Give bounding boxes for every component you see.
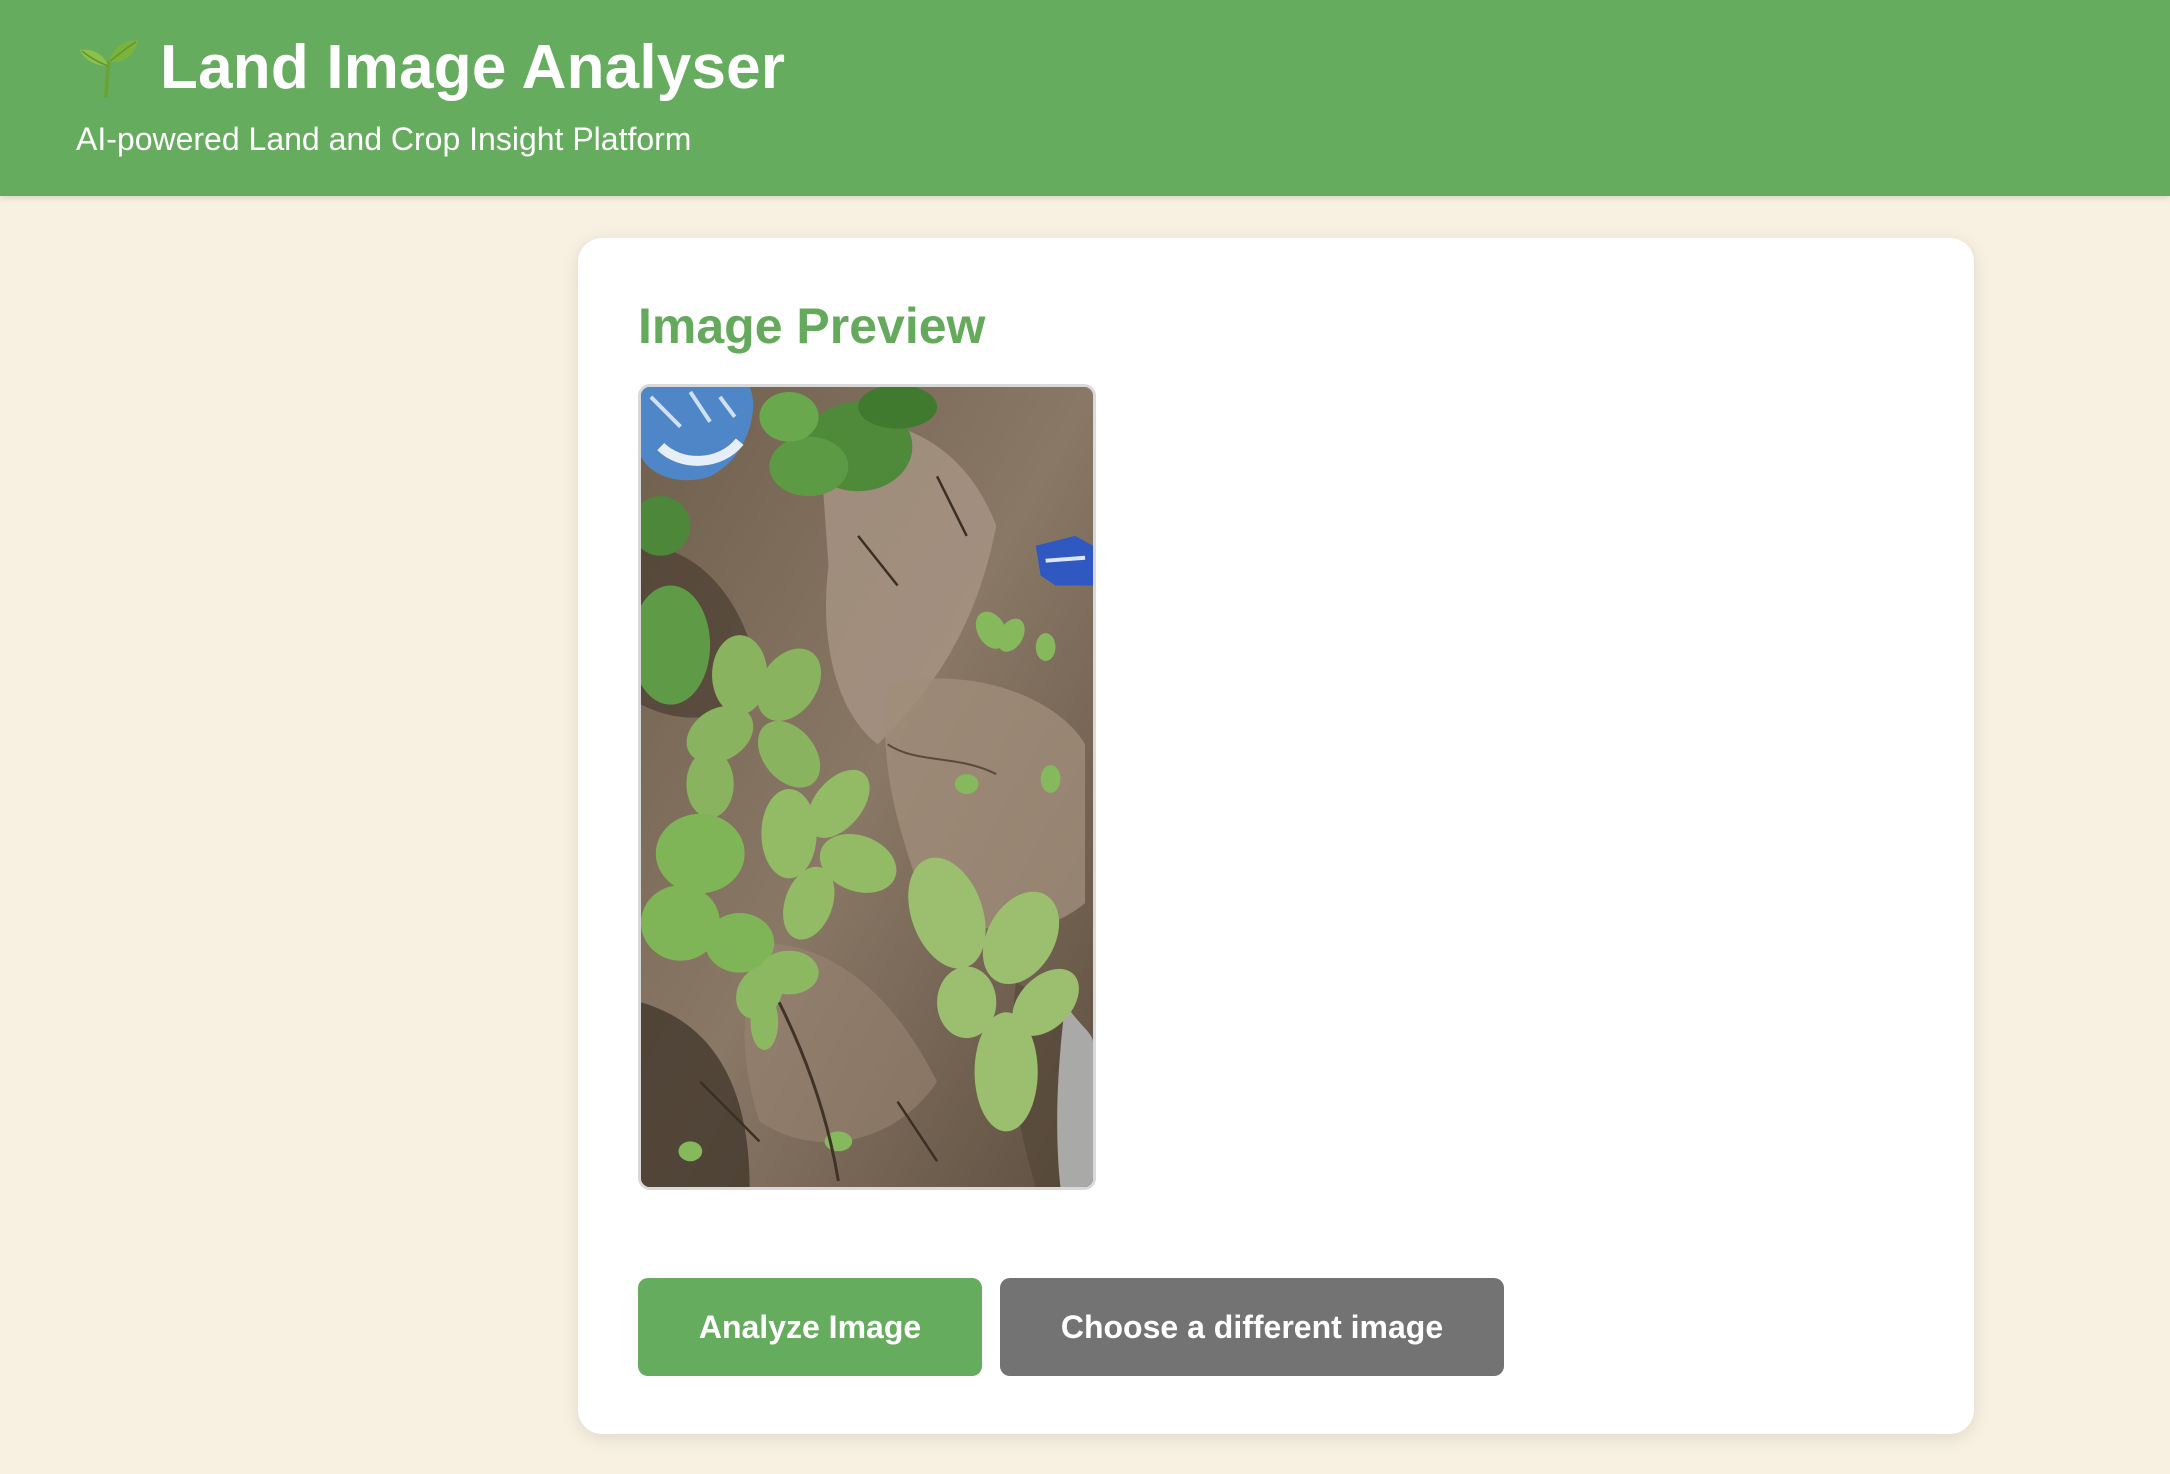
app-title: Land Image Analyser — [160, 33, 786, 102]
choose-different-image-button[interactable]: Choose a different image — [1000, 1278, 1504, 1376]
image-preview — [638, 384, 1096, 1190]
analyze-image-button[interactable]: Analyze Image — [638, 1278, 982, 1376]
app-header: Land Image Analyser AI-powered Land and … — [0, 0, 2170, 196]
preview-heading: Image Preview — [638, 298, 986, 354]
seedling-icon — [80, 40, 138, 98]
app-subtitle: AI-powered Land and Crop Insight Platfor… — [76, 121, 692, 157]
land-photo — [641, 387, 1093, 1187]
preview-card: Image Preview Analyze Image Choose a dif… — [578, 238, 1974, 1434]
title-row: Land Image Analyser — [76, 28, 785, 108]
